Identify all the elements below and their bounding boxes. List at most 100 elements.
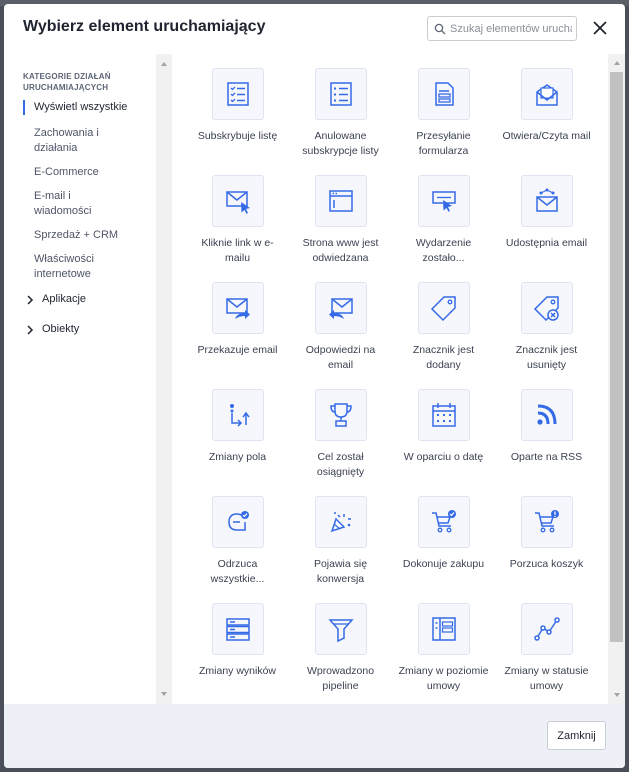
trigger-icon-box: [417, 389, 470, 441]
search-input[interactable]: [450, 22, 572, 35]
trigger-tile[interactable]: Odpowiedzi na email: [289, 282, 392, 389]
trigger-tile[interactable]: Znacznik jest usunięty: [495, 282, 598, 389]
trigger-tile[interactable]: Porzuca koszyk: [495, 496, 598, 603]
dialog-title: Wybierz element uruchamiający: [23, 18, 266, 35]
funnel-icon: [327, 619, 354, 643]
reject-all-icon: [227, 511, 249, 531]
event-click-icon: [431, 191, 456, 212]
trigger-icon-box: [417, 603, 470, 655]
trigger-tile[interactable]: Udostępnia email: [495, 175, 598, 282]
list-check-icon: [226, 82, 249, 106]
trigger-label: Zmiany w poziomie umowy: [398, 665, 489, 692]
email-click-icon: [225, 191, 250, 214]
scroll-thumb[interactable]: [610, 72, 623, 642]
sidebar-scrollbar[interactable]: [156, 54, 172, 704]
trigger-label: Wprowadzono pipeline: [306, 665, 375, 692]
trigger-icon-box: [520, 175, 573, 227]
trigger-label: W oparciu o datę: [403, 451, 484, 463]
trigger-tile[interactable]: Pojawia się konwersja: [289, 496, 392, 603]
trigger-tile[interactable]: Anulowane subskrypcje listy: [289, 68, 392, 175]
trigger-label: Kliknie link w e-mailu: [201, 237, 274, 264]
close-button[interactable]: Zamknij: [547, 721, 606, 750]
trigger-tile[interactable]: Cel został osiągnięty: [289, 389, 392, 496]
conversion-icon: [330, 512, 351, 533]
category-group-objects[interactable]: Obiekty: [23, 322, 153, 337]
trigger-label: Zmiany pola: [208, 451, 267, 463]
dialog-header: Wybierz element uruchamiający: [4, 4, 625, 52]
trigger-label: Przekazuje email: [197, 344, 278, 356]
trigger-tile[interactable]: Strona www jest odwiedzana: [289, 175, 392, 282]
trigger-label: Odrzuca wszystkie...: [210, 558, 265, 585]
trigger-icon-box: [314, 68, 367, 120]
trigger-icon-box: [211, 603, 264, 655]
trigger-tile[interactable]: Otwiera/Czyta mail: [495, 68, 598, 175]
trigger-tile[interactable]: Dokonuje zakupu: [392, 496, 495, 603]
category-item-behavior[interactable]: Zachowania i działania: [23, 126, 115, 156]
open-envelope-icon: [535, 84, 558, 106]
trigger-label: Znacznik jest dodany: [412, 344, 475, 371]
category-group-apps[interactable]: Aplikacje: [23, 292, 153, 307]
trigger-icon-box: [211, 389, 264, 441]
trigger-label: Oparte na RSS: [510, 451, 583, 463]
trigger-label: Przesyłanie formularza: [416, 130, 471, 157]
category-item-web-properties[interactable]: Właściwości internetowe: [23, 252, 115, 282]
list-icon: [329, 82, 352, 106]
category-item-email[interactable]: E-mail i wiadomości: [23, 189, 105, 219]
category-list: Wyświetl wszystkie Zachowania i działani…: [23, 100, 153, 337]
score-stack-icon: [225, 618, 250, 641]
chevron-right-icon: [27, 324, 34, 335]
trigger-icon-box: [211, 68, 264, 120]
trigger-icon-box: [314, 603, 367, 655]
trigger-icon-box: [520, 496, 573, 548]
chevron-right-icon: [27, 294, 34, 305]
search-icon: [434, 23, 446, 34]
deal-stage-icon: [431, 617, 456, 641]
trigger-label: Znacznik jest usunięty: [515, 344, 578, 371]
tag-icon: [430, 296, 456, 322]
trigger-tile[interactable]: Zmiany w statusie umowy: [495, 603, 598, 704]
trigger-label: Porzuca koszyk: [509, 558, 584, 570]
trigger-tile[interactable]: Znacznik jest dodany: [392, 282, 495, 389]
share-email-icon: [535, 188, 558, 212]
search-field[interactable]: [427, 16, 577, 41]
tag-remove-icon: [533, 296, 559, 322]
trigger-tile[interactable]: Oparte na RSS: [495, 389, 598, 496]
scroll-up-arrow-icon[interactable]: [160, 60, 168, 68]
trigger-tile[interactable]: Przesyłanie formularza: [392, 68, 495, 175]
trigger-label: Odpowiedzi na email: [305, 344, 376, 371]
main-scrollbar[interactable]: [608, 54, 625, 704]
category-item-sales-crm[interactable]: Sprzedaż + CRM: [23, 228, 153, 243]
trophy-icon: [329, 403, 352, 427]
trigger-icon-box: [520, 389, 573, 441]
cart-check-icon: [431, 510, 456, 533]
category-sidebar: KATEGORIE DZIAŁAŃ URUCHAMIAJĄCYCH Wyświe…: [4, 54, 156, 704]
trigger-picker-dialog: Wybierz element uruchamiający KATEGORIE …: [4, 4, 625, 768]
scroll-up-arrow-icon[interactable]: [613, 59, 621, 67]
trigger-icon-box: [211, 282, 264, 334]
field-change-icon: [229, 404, 250, 427]
scroll-down-arrow-icon[interactable]: [613, 691, 621, 699]
trigger-label: Anulowane subskrypcje listy: [302, 130, 379, 157]
trigger-label: Udostępnia email: [505, 237, 588, 249]
category-item-ecommerce[interactable]: E-Commerce: [23, 165, 153, 180]
trigger-tile[interactable]: Kliknie link w e-mailu: [186, 175, 289, 282]
trigger-icon-box: [314, 282, 367, 334]
trigger-tile[interactable]: Przekazuje email: [186, 282, 289, 389]
category-group-label: Obiekty: [42, 323, 80, 335]
close-icon[interactable]: [590, 18, 610, 38]
trigger-label: Zmiany wyników: [198, 665, 277, 677]
trigger-icon-box: [211, 496, 264, 548]
trigger-tile[interactable]: Zmiany pola: [186, 389, 289, 496]
trigger-tile[interactable]: Wydarzenie zostało...: [392, 175, 495, 282]
trigger-tile[interactable]: Zmiany w poziomie umowy: [392, 603, 495, 704]
trigger-tile[interactable]: Wprowadzono pipeline: [289, 603, 392, 704]
trigger-tile[interactable]: Odrzuca wszystkie...: [186, 496, 289, 603]
trigger-tile[interactable]: W oparciu o datę: [392, 389, 495, 496]
category-group-label: Aplikacje: [42, 293, 87, 305]
trigger-icon-box: [520, 603, 573, 655]
trigger-label: Pojawia się konwersja: [313, 558, 368, 585]
scroll-down-arrow-icon[interactable]: [160, 690, 168, 698]
category-item-show-all[interactable]: Wyświetl wszystkie: [23, 100, 153, 115]
trigger-tile[interactable]: Zmiany wyników: [186, 603, 289, 704]
trigger-tile[interactable]: Subskrybuje listę: [186, 68, 289, 175]
